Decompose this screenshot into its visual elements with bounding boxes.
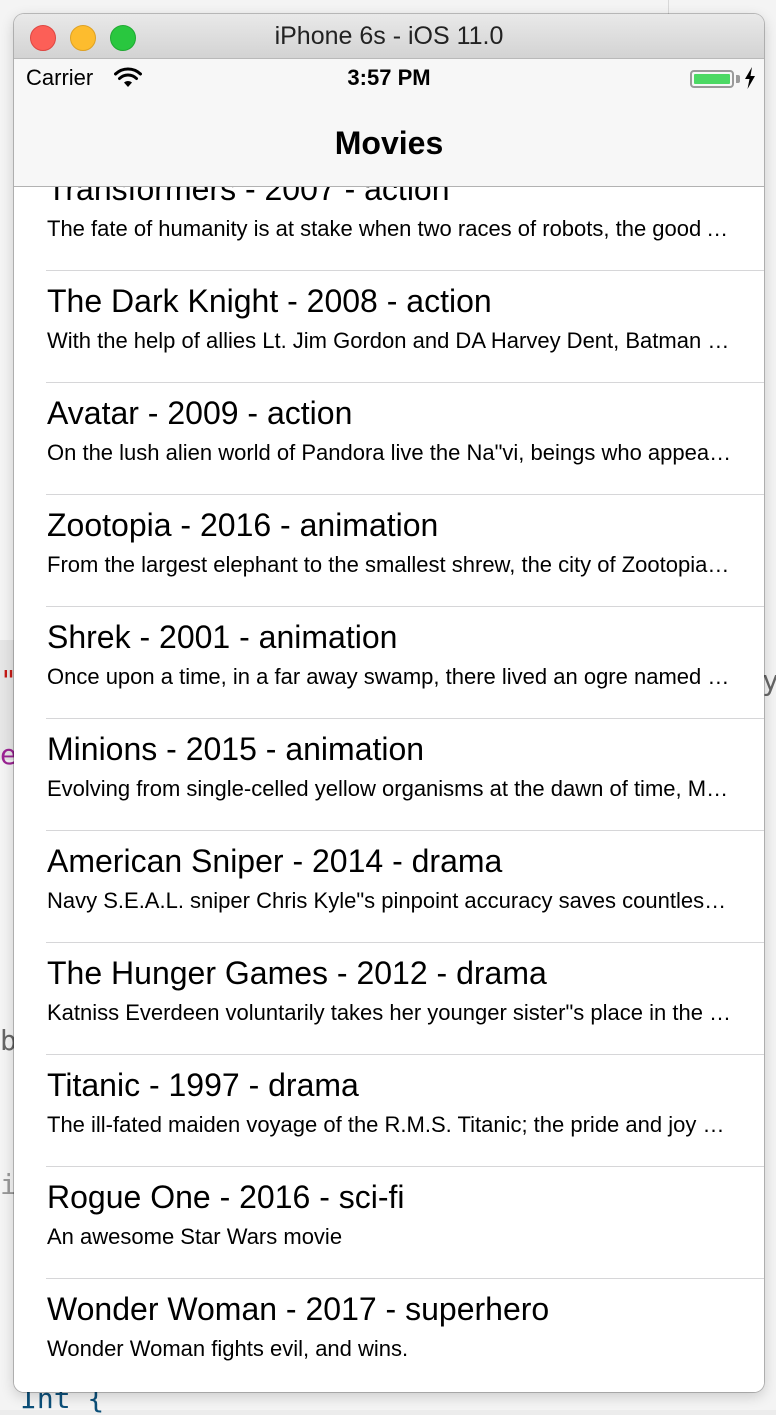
table-row[interactable]: Zootopia - 2016 - animation From the larg… (46, 495, 764, 607)
movie-description: Once upon a time, in a far away swamp, t… (47, 664, 732, 689)
movie-title: American Sniper - 2014 - drama (47, 843, 503, 879)
code-fragment: y (762, 664, 776, 697)
charging-bolt-icon (745, 67, 755, 89)
movie-title: Transformers - 2007 - action (47, 187, 450, 207)
battery-icon (690, 70, 734, 88)
movie-title: The Hunger Games - 2012 - drama (47, 955, 547, 991)
status-time: 3:57 PM (347, 65, 431, 90)
movie-title: Minions - 2015 - animation (47, 731, 425, 767)
table-row[interactable]: Shrek - 2001 - animation Once upon a time… (46, 607, 764, 719)
movie-description: On the lush alien world of Pandora live … (47, 440, 732, 465)
table-row[interactable]: Titanic - 1997 - drama The ill-fated maid… (46, 1055, 764, 1167)
movie-title: Wonder Woman - 2017 - superhero (47, 1291, 550, 1327)
table-row[interactable]: Transformers - 2007 - action The fate of … (46, 187, 764, 271)
table-row[interactable]: American Sniper - 2014 - drama Navy S.E.A… (46, 831, 764, 943)
movie-description: Katniss Everdeen voluntarily takes her y… (47, 1000, 732, 1025)
simulator-window: iPhone 6s - iOS 11.0 Carrier 3:57 PM Mov… (14, 14, 764, 1392)
table-row[interactable]: Minions - 2015 - animation Evolving from … (46, 719, 764, 831)
movie-description: Wonder Woman fights evil, and wins. (47, 1336, 409, 1361)
movie-title: Avatar - 2009 - action (47, 395, 353, 431)
movie-description: The ill-fated maiden voyage of the R.M.S… (47, 1112, 732, 1137)
battery-level (694, 74, 730, 84)
movie-title: Rogue One - 2016 - sci-fi (47, 1179, 405, 1215)
status-bar: Carrier 3:57 PM (14, 59, 764, 99)
window-title: iPhone 6s - iOS 11.0 (274, 22, 504, 50)
movie-description: With the help of allies Lt. Jim Gordon a… (47, 328, 732, 353)
table-row[interactable]: The Dark Knight - 2008 - action With the … (46, 271, 764, 383)
movie-description: Navy S.E.A.L. sniper Chris Kyle"s pinpoi… (47, 888, 732, 913)
movies-table[interactable]: Transformers - 2007 - action The fate of … (14, 187, 764, 1392)
movie-description: An awesome Star Wars movie (47, 1224, 343, 1249)
movie-description: From the largest elephant to the smalles… (47, 552, 732, 577)
table-row[interactable]: Avatar - 2009 - action On the lush alien … (46, 383, 764, 495)
navigation-bar: Movies (14, 99, 764, 187)
battery-cap (736, 75, 740, 83)
movie-title: Zootopia - 2016 - animation (47, 507, 439, 543)
movie-title: The Dark Knight - 2008 - action (47, 283, 492, 319)
movie-description: Evolving from single-celled yellow organ… (47, 776, 732, 801)
table-row[interactable]: Wonder Woman - 2017 - superhero Wonder Wo… (46, 1279, 764, 1391)
movie-description: The fate of humanity is at stake when tw… (47, 216, 732, 241)
table-row[interactable]: Rogue One - 2016 - sci-fi An awesome Star… (46, 1167, 764, 1279)
nav-title: Movies (334, 125, 444, 161)
table-row[interactable]: The Hunger Games - 2012 - drama Katniss E… (46, 943, 764, 1055)
movies-list: Transformers - 2007 - action The fate of … (14, 187, 764, 1391)
movie-title: Titanic - 1997 - drama (47, 1067, 359, 1103)
window-titlebar[interactable]: iPhone 6s - iOS 11.0 (14, 14, 764, 59)
movie-title: Shrek - 2001 - animation (47, 619, 398, 655)
